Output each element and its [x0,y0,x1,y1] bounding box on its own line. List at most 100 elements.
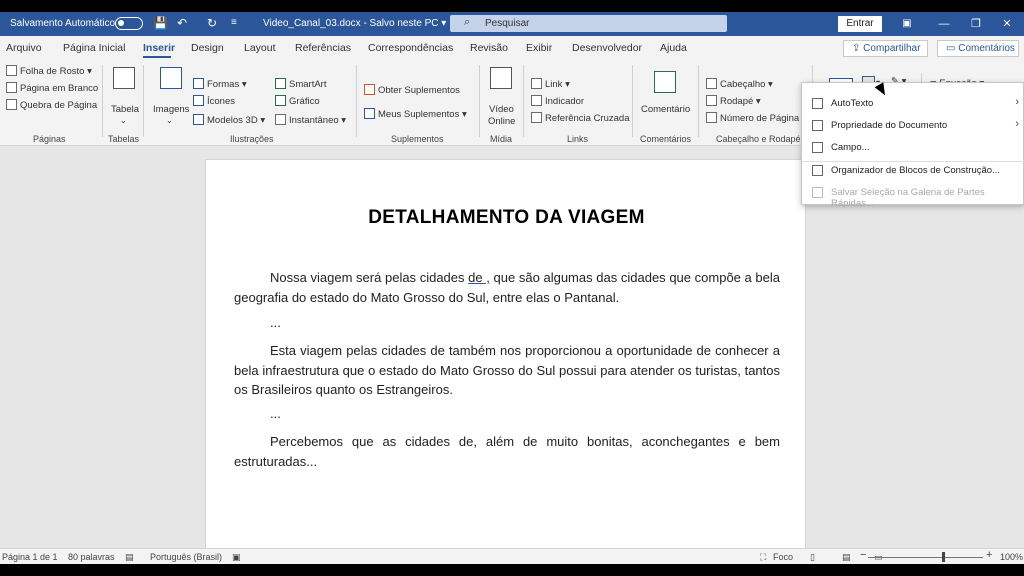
tab-ajuda[interactable]: Ajuda [660,42,687,54]
menu-item-autotexto[interactable]: AutoTexto › [802,93,1024,115]
3d-models-button[interactable]: Modelos 3D ▾ [193,114,265,126]
zoom-out-icon[interactable]: − [860,549,866,561]
close-icon[interactable]: ✕ [992,15,1022,33]
icons-label: Ícones [207,96,235,107]
tab-design[interactable]: Design [191,42,224,54]
language[interactable]: Português (Brasil) [150,552,222,562]
bookmark-button[interactable]: Indicador [531,95,584,107]
page-count[interactable]: Página 1 de 1 [2,552,58,562]
focus-icon[interactable]: ⛶ [760,552,766,563]
word-window: Salvamento Automático 💾 ↶ ↻ ≡ Video_Cana… [0,12,1024,564]
proofing-icon[interactable]: ▤ [125,552,134,563]
tab-exibir[interactable]: Exibir [526,42,552,54]
search-box[interactable]: ⌕ Pesquisar [450,15,727,32]
save-icon[interactable]: 💾 [153,16,168,30]
link-icon [531,78,542,89]
table-icon[interactable] [113,67,135,89]
customize-qat-icon[interactable]: ≡ [231,16,237,30]
document-page[interactable]: DETALHAMENTO DA VIAGEM Nossa viagem será… [205,159,806,564]
redo-icon[interactable]: ↻ [207,16,217,30]
group-label-paginas: Páginas [33,134,66,144]
tab-inserir[interactable]: Inserir [143,42,175,54]
zoom-slider[interactable] [868,557,983,558]
chevron-right-icon: › [1015,96,1019,108]
comments-button[interactable]: ▭ Comentários [937,40,1019,57]
read-mode-icon[interactable]: ▯ [810,552,815,563]
signin-button[interactable]: Entrar [838,16,882,32]
tab-layout[interactable]: Layout [244,42,276,54]
print-layout-icon[interactable]: ▤ [842,552,851,563]
icons-button[interactable]: Ícones [193,95,235,107]
menu-item-propriedade[interactable]: Propriedade do Documento › [802,115,1024,137]
header-label: Cabeçalho ▾ [720,79,773,90]
online-video-icon[interactable] [490,67,512,89]
cross-reference-button[interactable]: Referência Cruzada [531,112,630,124]
ribbon-separator [143,65,144,137]
online-video-label[interactable]: Vídeo [489,104,514,115]
group-label-suplementos: Suplementos [391,134,444,144]
paragraph-3-text: Percebemos que as cidades de, além de mu… [234,434,780,469]
document-name[interactable]: Video_Canal_03.docx - Salvo neste PC ▾ [263,18,446,29]
restore-icon[interactable]: ❐ [961,15,991,33]
page-break-button[interactable]: Quebra de Página [6,99,97,111]
my-addins-button[interactable]: Meus Suplementos ▾ [364,108,467,120]
tab-revisao[interactable]: Revisão [470,42,508,54]
share-label: Compartilhar [863,43,921,54]
group-label-comentarios: Comentários [640,134,692,144]
document-title: DETALHAMENTO DA VIAGEM [368,207,645,228]
images-icon[interactable] [160,67,182,89]
cover-page-button[interactable]: Folha de Rosto ▾ [6,65,92,77]
undo-icon[interactable]: ↶ [177,16,187,30]
link-button[interactable]: Link ▾ [531,78,570,90]
menu-item-label: Campo... [831,142,870,153]
zoom-in-icon[interactable]: + [986,549,992,561]
chevron-right-icon: › [1015,118,1019,130]
get-addins-button[interactable]: Obter Suplementos [364,84,460,96]
autosave-label: Salvamento Automático [10,18,116,29]
cover-page-icon [6,65,17,76]
smartart-label: SmartArt [289,79,327,90]
table-dropdown-icon[interactable]: ⌄ [120,116,127,125]
zoom-level[interactable]: 100% [1000,552,1023,562]
tab-desenvolvedor[interactable]: Desenvolvedor [572,42,642,54]
table-label[interactable]: Tabela [111,104,139,115]
page-number-label: Número de Página ▾ [720,113,807,124]
share-button[interactable]: ⇪ Compartilhar [843,40,928,57]
chart-button[interactable]: Gráfico [275,95,320,107]
new-comment-label[interactable]: Comentário [641,104,690,115]
group-label-tabelas: Tabelas [108,134,140,144]
minimize-icon[interactable]: — [929,15,959,33]
save-selection-icon [812,187,823,198]
images-dropdown-icon[interactable]: ⌄ [166,116,173,125]
focus-label[interactable]: Foco [773,552,793,562]
macro-icon[interactable]: ▣ [232,552,241,563]
paragraph-1-underlined: de , [468,270,490,285]
smartart-icon [275,78,286,89]
ribbon-display-icon[interactable]: ▣ [892,15,922,33]
menu-item-label: Propriedade do Documento [831,120,948,131]
tab-correspondencias[interactable]: Correspondências [368,42,453,54]
header-button[interactable]: Cabeçalho ▾ [706,78,773,90]
page-number-button[interactable]: Número de Página ▾ [706,112,807,124]
autosave-toggle[interactable] [115,17,143,30]
shapes-button[interactable]: Formas ▾ [193,78,247,90]
smartart-button[interactable]: SmartArt [275,78,326,90]
menu-item-campo[interactable]: Campo... [802,137,1024,159]
blank-page-button[interactable]: Página em Branco [6,82,98,94]
footer-button[interactable]: Rodapé ▾ [706,95,761,107]
cross-reference-icon [531,112,542,123]
zoom-slider-thumb[interactable] [942,552,945,562]
images-label[interactable]: Imagens [153,104,189,115]
online-video-label-2[interactable]: Online [488,116,515,127]
ribbon-separator [698,65,699,137]
tab-referencias[interactable]: Referências [295,42,351,54]
screenshot-button[interactable]: Instantâneo ▾ [275,114,346,126]
new-comment-icon[interactable] [654,71,676,93]
tab-pagina-inicial[interactable]: Página Inicial [63,42,125,54]
word-count[interactable]: 80 palavras [68,552,115,562]
ribbon-separator [523,65,524,137]
tab-arquivo[interactable]: Arquivo [6,42,42,54]
menu-item-organizador[interactable]: Organizador de Blocos de Construção... [802,160,1024,182]
shapes-icon [193,78,204,89]
3d-models-label: Modelos 3D ▾ [207,115,266,126]
